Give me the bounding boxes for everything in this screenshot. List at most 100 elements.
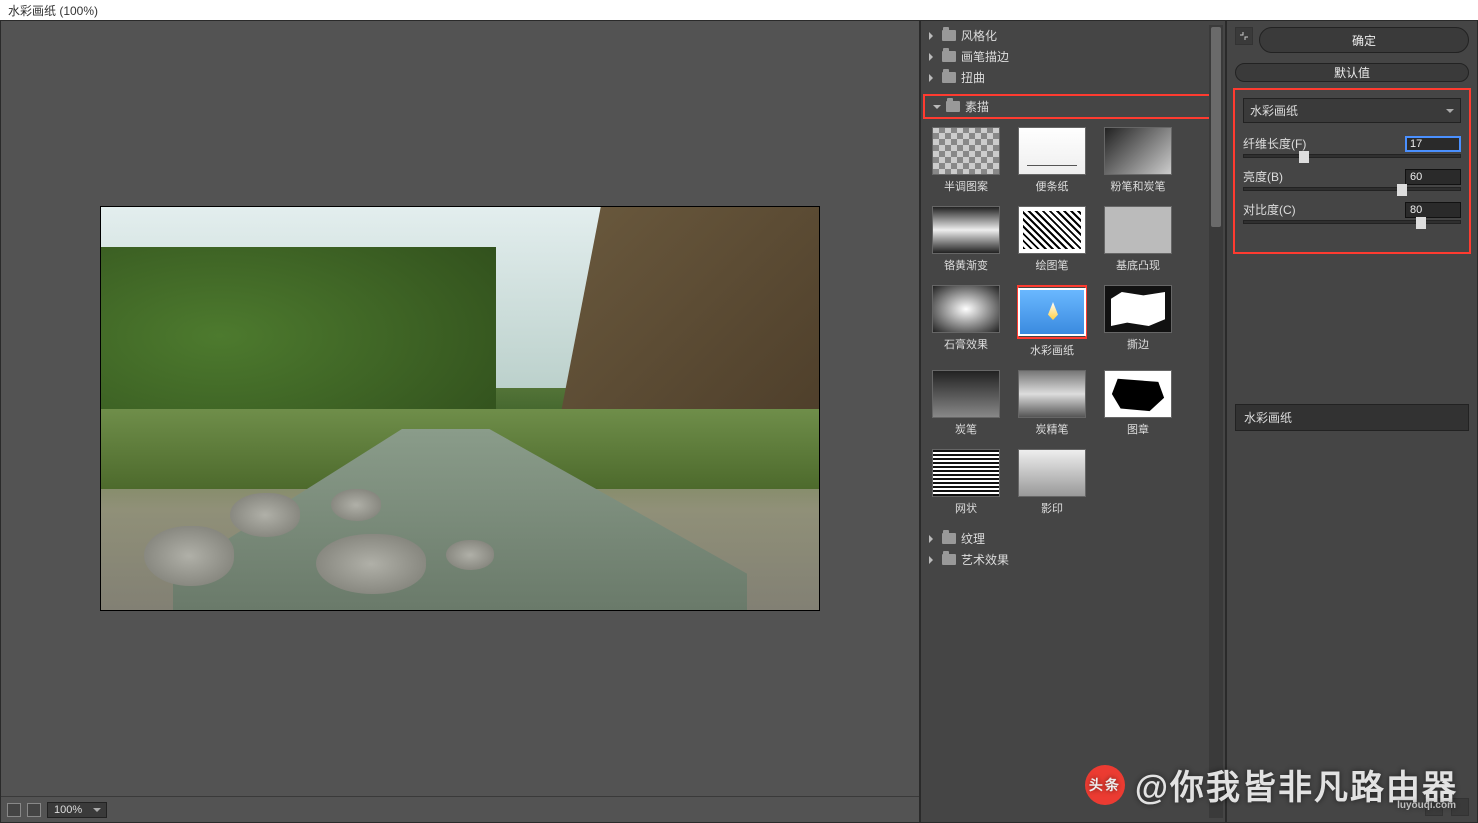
thumb-label: 炭笔 bbox=[955, 421, 977, 437]
folder-label: 素描 bbox=[965, 98, 989, 115]
filter-gallery-panel: 风格化画笔描边扭曲 素描 半调图案 便条纸 粉笔和炭笔铬黄渐变 绘图笔 基底凸现石膏效果… bbox=[920, 20, 1226, 823]
preview-image[interactable] bbox=[100, 206, 820, 611]
param-slider[interactable] bbox=[1243, 220, 1461, 224]
param-label: 纤维长度(F) bbox=[1243, 135, 1306, 152]
folder-row[interactable]: 艺术效果 bbox=[921, 549, 1225, 570]
chevron-right-icon bbox=[929, 535, 937, 543]
filter-dropdown[interactable]: 水彩画纸 bbox=[1243, 98, 1461, 123]
folder-label: 风格化 bbox=[961, 27, 997, 44]
filter-thumb-water[interactable]: 水彩画纸 bbox=[1017, 285, 1087, 358]
thumb-preview bbox=[1018, 127, 1086, 175]
filter-thumb-retic[interactable]: 网状 bbox=[931, 449, 1001, 516]
param-row: 对比度(C) 80 bbox=[1243, 201, 1461, 218]
thumb-label: 基底凸现 bbox=[1116, 257, 1160, 273]
param-slider[interactable] bbox=[1243, 154, 1461, 158]
param-label: 亮度(B) bbox=[1243, 168, 1283, 185]
ok-button[interactable]: 确定 bbox=[1259, 27, 1469, 53]
thumbnail-grid: 半调图案 便条纸 粉笔和炭笔铬黄渐变 绘图笔 基底凸现石膏效果 水彩画纸 撕边炭笔 炭精笔 图章… bbox=[921, 121, 1225, 524]
filter-thumb-relief[interactable]: 基底凸现 bbox=[1103, 206, 1173, 273]
canvas-footer: 100% bbox=[1, 796, 919, 822]
filter-thumb-photoc[interactable]: 影印 bbox=[1017, 449, 1087, 516]
thumb-preview bbox=[1104, 370, 1172, 418]
zoom-select[interactable]: 100% bbox=[47, 802, 107, 818]
folder-sketch-highlight: 素描 bbox=[923, 94, 1219, 119]
filter-thumb-stamp[interactable]: 图章 bbox=[1103, 370, 1173, 437]
folder-row[interactable]: 扭曲 bbox=[921, 67, 1225, 88]
thumb-preview bbox=[932, 449, 1000, 497]
thumb-preview bbox=[1104, 285, 1172, 333]
chevron-right-icon bbox=[929, 556, 937, 564]
folder-label: 扭曲 bbox=[961, 69, 985, 86]
thumb-preview bbox=[1018, 288, 1086, 336]
filter-thumb-torn[interactable]: 撕边 bbox=[1103, 285, 1173, 358]
param-label: 对比度(C) bbox=[1243, 201, 1296, 218]
chevron-right-icon bbox=[929, 32, 937, 40]
zoom-in-button[interactable] bbox=[27, 803, 41, 817]
filter-thumb-conte[interactable]: 炭精笔 bbox=[1017, 370, 1087, 437]
slider-handle[interactable] bbox=[1416, 217, 1426, 229]
filter-thumb-note[interactable]: 便条纸 bbox=[1017, 127, 1087, 194]
filter-thumb-char[interactable]: 炭笔 bbox=[931, 370, 1001, 437]
shrink-icon[interactable] bbox=[1235, 27, 1253, 45]
param-input[interactable]: 17 bbox=[1405, 136, 1461, 152]
filter-thumb-graphic[interactable]: 绘图笔 bbox=[1017, 206, 1087, 273]
folder-icon bbox=[946, 101, 960, 112]
trash-icon[interactable] bbox=[1451, 798, 1469, 816]
window-title: 水彩画纸 (100%) bbox=[0, 0, 1478, 20]
folder-row[interactable]: 画笔描边 bbox=[921, 46, 1225, 67]
folder-icon bbox=[942, 554, 956, 565]
default-button[interactable]: 默认值 bbox=[1235, 63, 1469, 82]
thumb-label: 绘图笔 bbox=[1036, 257, 1069, 273]
param-input[interactable]: 80 bbox=[1405, 202, 1461, 218]
param-input[interactable]: 60 bbox=[1405, 169, 1461, 185]
gallery-scrollbar[interactable] bbox=[1209, 25, 1223, 818]
thumb-label: 网状 bbox=[955, 500, 977, 516]
canvas-body bbox=[1, 21, 919, 796]
folder-icon bbox=[942, 30, 956, 41]
thumb-preview bbox=[932, 370, 1000, 418]
scrollbar-thumb[interactable] bbox=[1211, 27, 1221, 227]
canvas-panel: 100% bbox=[0, 20, 920, 823]
slider-handle[interactable] bbox=[1299, 151, 1309, 163]
thumb-label: 便条纸 bbox=[1036, 178, 1069, 194]
folder-row[interactable]: 风格化 bbox=[921, 25, 1225, 46]
thumb-preview bbox=[932, 285, 1000, 333]
filter-thumb-half[interactable]: 半调图案 bbox=[931, 127, 1001, 194]
folder-icon bbox=[942, 533, 956, 544]
folder-label: 画笔描边 bbox=[961, 48, 1009, 65]
thumb-preview bbox=[1018, 206, 1086, 254]
filter-dropdown-label: 水彩画纸 bbox=[1250, 102, 1298, 119]
folder-icon bbox=[942, 72, 956, 83]
filter-thumb-chrome[interactable]: 铬黄渐变 bbox=[931, 206, 1001, 273]
thumb-label: 水彩画纸 bbox=[1030, 342, 1074, 358]
param-row: 亮度(B) 60 bbox=[1243, 168, 1461, 185]
thumb-label: 石膏效果 bbox=[944, 336, 988, 352]
filter-thumb-chalk[interactable]: 粉笔和炭笔 bbox=[1103, 127, 1173, 194]
thumb-label: 半调图案 bbox=[944, 178, 988, 194]
folder-label: 纹理 bbox=[961, 530, 985, 547]
folder-icon bbox=[942, 51, 956, 62]
filter-thumb-highlight bbox=[1017, 285, 1087, 339]
slider-handle[interactable] bbox=[1397, 184, 1407, 196]
thumb-label: 粉笔和炭笔 bbox=[1111, 178, 1166, 194]
thumb-label: 铬黄渐变 bbox=[944, 257, 988, 273]
new-layer-icon[interactable] bbox=[1425, 798, 1443, 816]
thumb-preview bbox=[1104, 206, 1172, 254]
chevron-down-icon bbox=[933, 105, 941, 113]
thumb-label: 撕边 bbox=[1127, 336, 1149, 352]
thumb-preview bbox=[932, 127, 1000, 175]
thumb-preview bbox=[1104, 127, 1172, 175]
effect-layer-entry[interactable]: 水彩画纸 bbox=[1235, 404, 1469, 431]
thumb-label: 炭精笔 bbox=[1036, 421, 1069, 437]
param-slider[interactable] bbox=[1243, 187, 1461, 191]
param-row: 纤维长度(F) 17 bbox=[1243, 135, 1461, 152]
folder-row[interactable]: 纹理 bbox=[921, 528, 1225, 549]
panel-footer-icons bbox=[1425, 798, 1469, 816]
chevron-right-icon bbox=[929, 74, 937, 82]
main-area: 100% 风格化画笔描边扭曲 素描 半调图案 便条纸 粉笔和炭笔铬黄渐变 绘图笔 基底凸… bbox=[0, 20, 1478, 823]
chevron-right-icon bbox=[929, 53, 937, 61]
thumb-preview bbox=[932, 206, 1000, 254]
zoom-out-button[interactable] bbox=[7, 803, 21, 817]
filter-thumb-plaster[interactable]: 石膏效果 bbox=[931, 285, 1001, 358]
folder-row-sketch[interactable]: 素描 bbox=[925, 96, 1217, 117]
